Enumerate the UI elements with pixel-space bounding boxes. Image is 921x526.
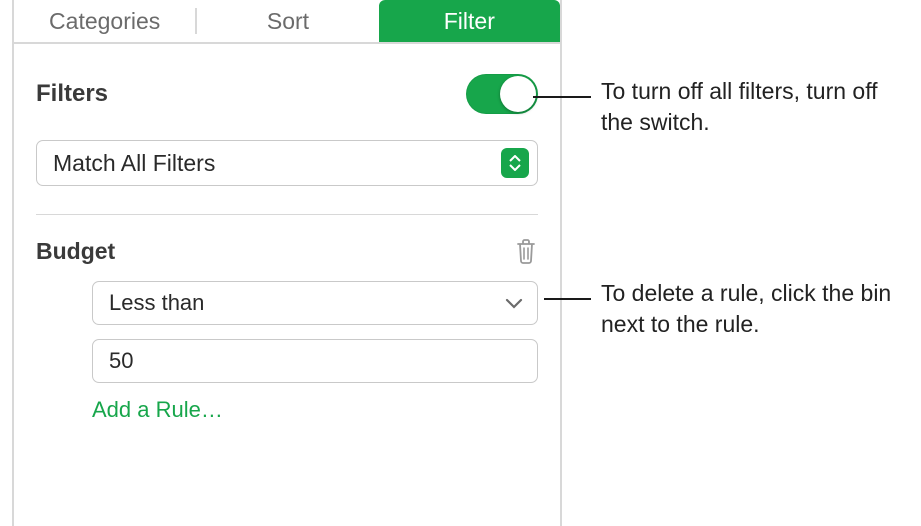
tabs: Categories Sort Filter — [14, 0, 560, 44]
filters-toggle[interactable] — [466, 74, 538, 114]
value-input-text: 50 — [109, 348, 133, 374]
tab-sort-label: Sort — [267, 8, 309, 35]
operator-select[interactable]: Less than — [92, 281, 538, 325]
match-mode-value: Match All Filters — [53, 150, 215, 177]
callout-leader — [544, 298, 591, 300]
filters-title: Filters — [36, 80, 108, 108]
chevron-down-icon — [505, 291, 523, 315]
filters-header: Filters — [14, 44, 560, 114]
value-input[interactable]: 50 — [92, 339, 538, 383]
rule-body: Less than 50 Add a Rule… — [14, 265, 560, 423]
trash-icon[interactable] — [514, 237, 538, 265]
add-rule-label: Add a Rule… — [92, 397, 223, 422]
tab-categories[interactable]: Categories — [14, 0, 195, 42]
rule-header: Budget — [14, 215, 560, 265]
toggle-knob — [500, 76, 536, 112]
add-rule-link[interactable]: Add a Rule… — [92, 397, 538, 423]
rule-column-label: Budget — [36, 238, 115, 265]
updown-icon — [501, 148, 529, 178]
tab-categories-label: Categories — [49, 8, 160, 35]
callout-leader — [533, 96, 591, 98]
callout-toggle: To turn off all filters, turn off the sw… — [601, 76, 901, 138]
filter-panel: Categories Sort Filter Filters Match All… — [12, 0, 562, 526]
tab-sort[interactable]: Sort — [197, 0, 378, 42]
match-mode-select[interactable]: Match All Filters — [36, 140, 538, 186]
tab-filter[interactable]: Filter — [379, 0, 560, 42]
operator-value: Less than — [109, 290, 204, 316]
callout-delete: To delete a rule, click the bin next to … — [601, 278, 921, 340]
tab-filter-label: Filter — [444, 8, 495, 35]
